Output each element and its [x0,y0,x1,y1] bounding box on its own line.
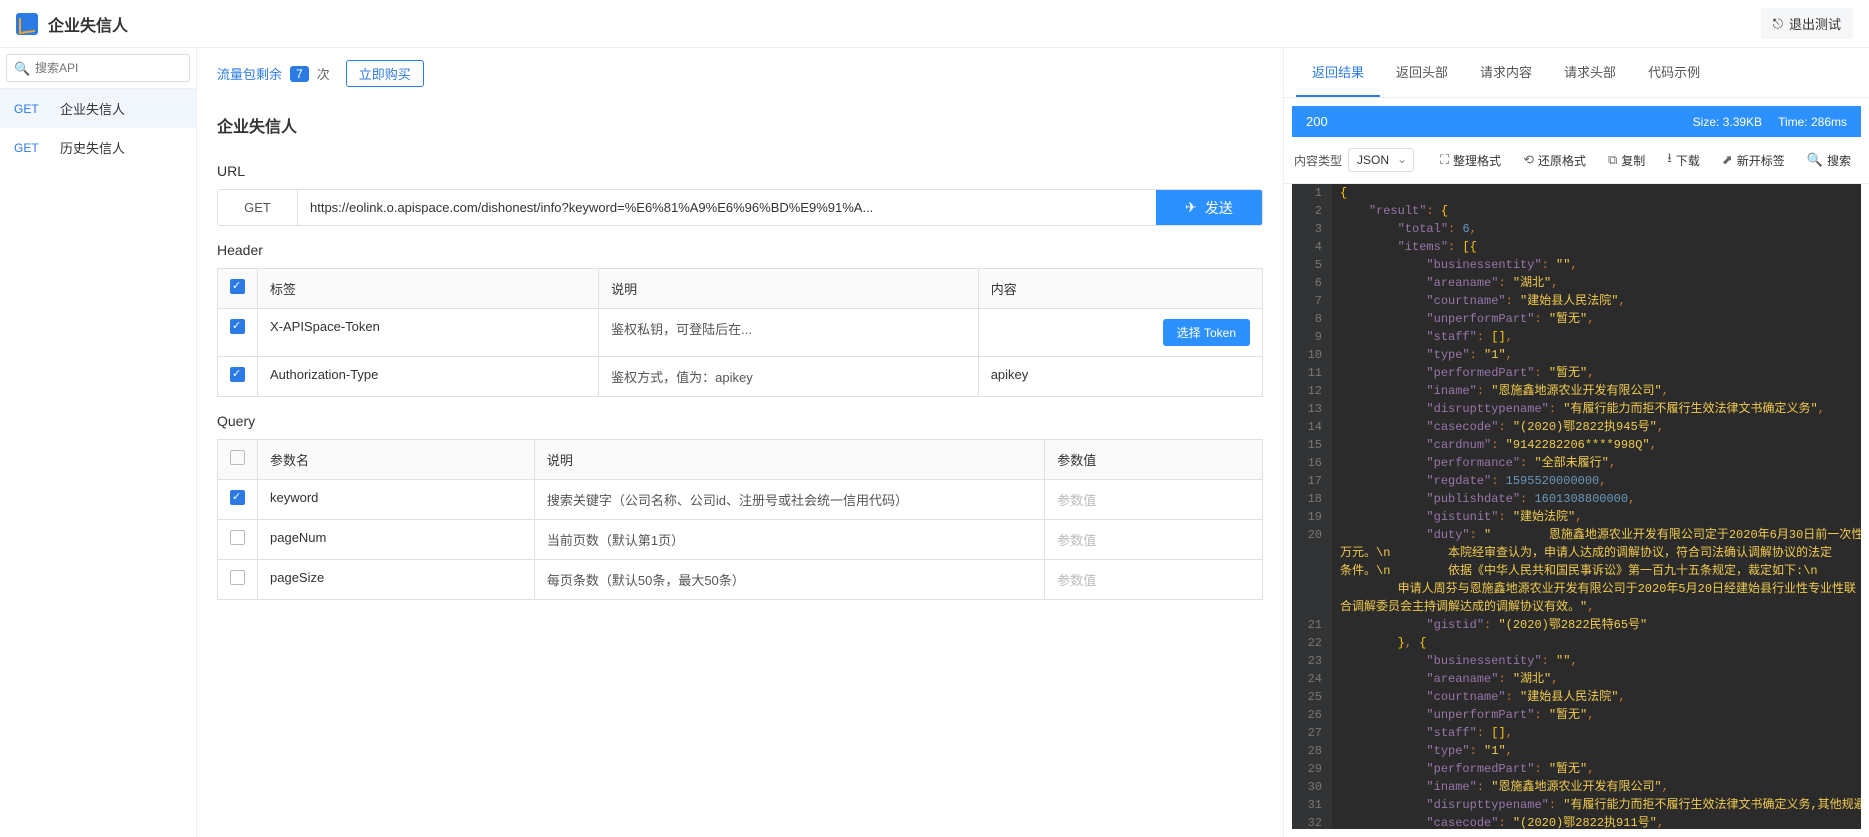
exit-icon: ⎋ [1773,16,1783,32]
query-col-value: 参数值 [1045,440,1263,480]
quota-label: 流量包剩余 [217,64,282,83]
send-button[interactable]: ✈ 发送 [1156,190,1262,225]
query-section-label: Query [217,397,1263,439]
search-response-button[interactable]: 🔍搜索 [1799,148,1859,173]
header-content-cell[interactable]: apikey [978,357,1262,397]
copy-icon: ⧉ [1608,152,1617,168]
query-value-cell[interactable]: 参数值 [1045,520,1263,560]
header-content: apikey [991,367,1029,382]
header-check-all[interactable] [230,279,245,294]
query-desc: 当前页数（默认第1页） [534,520,1044,560]
header-tag: Authorization-Type [258,357,599,397]
query-desc: 每页条数（默认50条，最大50条） [534,560,1044,600]
format-button[interactable]: ⛶整理格式 [1432,148,1509,173]
response-tab-1[interactable]: 返回头部 [1380,48,1464,97]
header-row: X-APISpace-Token 鉴权私钥，可登陆后在... 选择 Token [218,309,1263,357]
query-col-name: 参数名 [258,440,535,480]
main-panel: 流量包剩余 7 次 立即购买 企业失信人 URL GET ✈ 发送 Header… [197,48,1283,837]
query-row: pageNum 当前页数（默认第1页） 参数值 [218,520,1263,560]
header-row-check[interactable] [230,319,245,334]
app-logo-icon [16,13,38,35]
api-name: 历史失信人 [60,138,125,157]
api-method: GET [14,141,44,155]
query-name: pageNum [258,520,535,560]
api-method: GET [14,102,44,116]
header-row: Authorization-Type 鉴权方式，值为：apikey apikey [218,357,1263,397]
response-tab-4[interactable]: 代码示例 [1632,48,1716,97]
header-col-content: 内容 [978,269,1262,309]
query-table: 参数名 说明 参数值 keyword 搜索关键字（公司名称、公司id、注册号或社… [217,439,1263,600]
url-section-label: URL [217,147,1263,189]
status-size: Size: 3.39KB [1693,115,1762,129]
page-title: 企业失信人 [217,99,1263,147]
query-row: keyword 搜索关键字（公司名称、公司id、注册号或社会统一信用代码） 参数… [218,480,1263,520]
header-tag: X-APISpace-Token [258,309,599,357]
response-tab-2[interactable]: 请求内容 [1464,48,1548,97]
search-response-icon: 🔍 [1807,152,1823,168]
query-name: keyword [258,480,535,520]
response-code[interactable]: 1 {2 "result": {3 "total": 6,4 "items": … [1292,184,1861,829]
query-row-check[interactable] [230,570,245,585]
quota-count: 7 [290,66,309,82]
restore-button[interactable]: ⟲还原格式 [1515,148,1594,173]
download-button[interactable]: ⭳下载 [1659,145,1708,175]
search-icon: 🔍 [14,61,30,77]
query-name: pageSize [258,560,535,600]
query-col-desc: 说明 [534,440,1044,480]
exit-test-button[interactable]: ⎋ 退出测试 [1761,8,1853,39]
content-type-select[interactable]: JSON [1348,148,1414,172]
buy-button[interactable]: 立即购买 [346,60,424,87]
newtab-icon: ⬈ [1722,152,1733,168]
format-icon: ⛶ [1440,152,1449,168]
sidebar-item-1[interactable]: GET 历史失信人 [0,128,196,167]
header-col-desc: 说明 [599,269,979,309]
restore-icon: ⟲ [1523,152,1534,168]
app-title: 企业失信人 [48,12,128,36]
query-desc: 搜索关键字（公司名称、公司id、注册号或社会统一信用代码） [534,480,1044,520]
header-col-tag: 标签 [258,269,599,309]
response-tab-0[interactable]: 返回结果 [1296,48,1380,97]
query-value-cell[interactable]: 参数值 [1045,560,1263,600]
sidebar: 🔍 GET 企业失信人 GET 历史失信人 [0,48,197,837]
response-panel: 返回结果返回头部请求内容请求头部代码示例 200 Size: 3.39KB Ti… [1283,48,1869,837]
header-section-label: Header [217,226,1263,268]
quota-unit: 次 [317,64,330,83]
exit-label: 退出测试 [1789,14,1841,33]
query-row: pageSize 每页条数（默认50条，最大50条） 参数值 [218,560,1263,600]
response-tab-3[interactable]: 请求头部 [1548,48,1632,97]
query-row-check[interactable] [230,490,245,505]
url-method[interactable]: GET [218,190,298,225]
url-input[interactable] [298,190,1156,225]
send-icon: ✈ [1185,199,1197,216]
status-time: Time: 286ms [1778,115,1847,129]
sidebar-item-0[interactable]: GET 企业失信人 [0,89,196,128]
copy-button[interactable]: ⧉复制 [1600,148,1653,173]
header-row-check[interactable] [230,367,245,382]
header-table: 标签 说明 内容 X-APISpace-Token 鉴权私钥，可登陆后在... … [217,268,1263,397]
send-label: 发送 [1205,198,1233,218]
content-type-label: 内容类型 [1294,152,1342,169]
status-code: 200 [1306,114,1328,129]
download-icon: ⭳ [1667,149,1672,171]
query-value-cell[interactable]: 参数值 [1045,480,1263,520]
api-name: 企业失信人 [60,99,125,118]
select-token-button[interactable]: 选择 Token [1163,319,1250,346]
header-desc: 鉴权私钥，可登陆后在... [599,309,979,357]
header-desc: 鉴权方式，值为：apikey [599,357,979,397]
search-api-input[interactable] [6,54,190,82]
query-check-all[interactable] [230,450,245,465]
query-row-check[interactable] [230,530,245,545]
header-content-cell[interactable]: 选择 Token [978,309,1262,357]
newtab-button[interactable]: ⬈新开标签 [1714,148,1793,173]
